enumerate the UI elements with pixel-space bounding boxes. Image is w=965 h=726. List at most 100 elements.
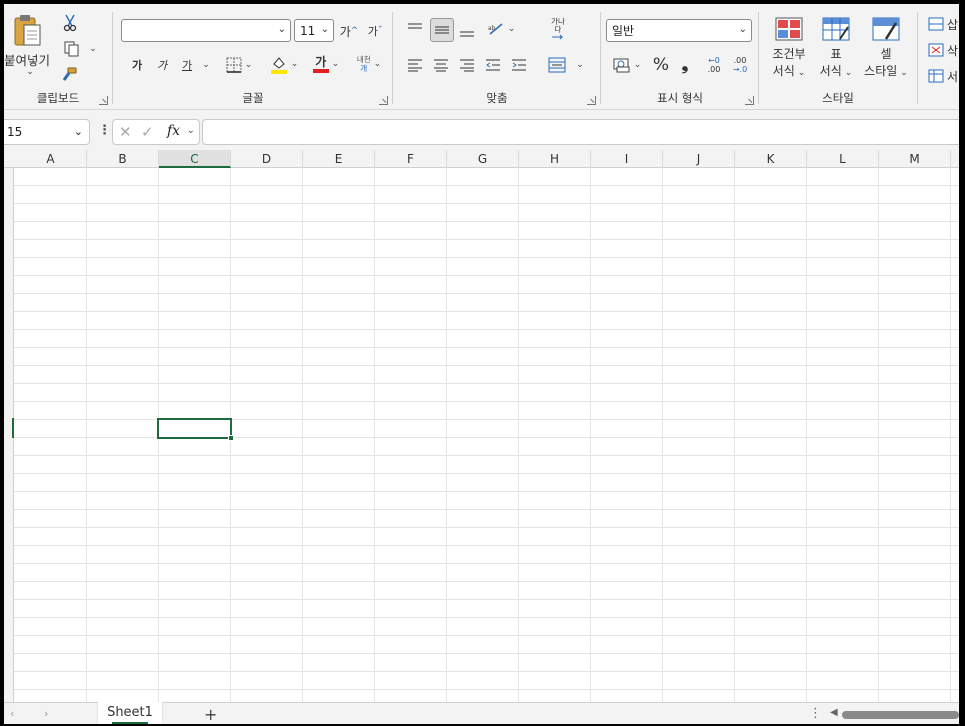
bold-button[interactable]: 가 [128, 54, 146, 76]
align-right-icon[interactable] [456, 54, 478, 76]
border-button[interactable]: ⌄ [222, 54, 256, 76]
decrease-decimal-button[interactable]: .00 →.0 [728, 54, 752, 76]
cell-styles-icon [872, 17, 900, 41]
grid-row-line [14, 671, 959, 672]
grid-row-line [14, 365, 959, 366]
increase-decimal-button[interactable]: ←0.00 [702, 54, 726, 76]
column-header-g[interactable]: G [447, 150, 519, 168]
decrease-indent-icon[interactable] [482, 54, 504, 76]
scroll-right-icon[interactable]: › [44, 707, 48, 720]
column-header-k[interactable]: K [735, 150, 807, 168]
fill-handle[interactable] [228, 435, 234, 441]
column-header-a[interactable]: A [15, 150, 87, 168]
font-color-label: 가 [315, 55, 327, 69]
column-header-f[interactable]: F [375, 150, 447, 168]
wrap-text-button[interactable]: 가나다 [544, 16, 572, 42]
phonetic-button[interactable]: 내천 개 ⌄ [350, 52, 388, 76]
paste-icon[interactable] [12, 12, 42, 48]
insert-cells-button[interactable]: 삽 [928, 14, 959, 34]
format-cells-button[interactable]: 서 [928, 66, 959, 86]
format-painter-icon[interactable] [58, 64, 80, 86]
accounting-format-icon[interactable]: ⌄ [608, 54, 646, 76]
selected-cell[interactable] [157, 418, 232, 439]
fill-color-button[interactable]: ⌄ [266, 52, 302, 76]
font-color-button[interactable]: 가 ⌄ [308, 52, 344, 76]
grid-row-line [14, 527, 959, 528]
align-middle-icon[interactable] [430, 18, 454, 42]
conditional-format-icon [775, 17, 803, 41]
conditional-format-label: 조건부 [772, 47, 806, 61]
grid-row-line [14, 599, 959, 600]
column-header-i[interactable]: I [591, 150, 663, 168]
cancel-icon[interactable]: ✕ [119, 123, 132, 141]
conditional-format-button[interactable]: 조건부 서식 ⌄ [766, 12, 812, 84]
excel-window: 붙여넣기 ⌄ ⌄ 클립보드 ⌄ 11 ⌄ 가 ^ 가 ˇ 가 가 가 ⌄ ⌄ ⌄… [4, 4, 959, 724]
column-header-b[interactable]: B [87, 150, 159, 168]
underline-button[interactable]: 가 [178, 54, 196, 76]
merge-center-button[interactable]: ⌄ [544, 54, 588, 76]
table-format-label-2: 서식 [819, 64, 842, 78]
clipboard-group: 붙여넣기 ⌄ ⌄ 클립보드 [4, 4, 112, 110]
alignment-launcher-icon[interactable] [587, 96, 596, 105]
sheet-tab-sheet1[interactable]: Sheet1 [98, 702, 162, 724]
chevron-down-icon: ⌄ [738, 24, 747, 35]
column-header-d[interactable]: D [231, 150, 303, 168]
number-format-select[interactable]: 일반 ⌄ [606, 19, 752, 42]
increase-decimal-label: .00 [707, 65, 721, 74]
cut-icon[interactable] [60, 12, 80, 34]
grid-row-line [14, 203, 959, 204]
column-header-m[interactable]: M [879, 150, 951, 168]
comma-button[interactable]: ❟ [676, 54, 694, 76]
font-family-select[interactable]: ⌄ [121, 19, 291, 42]
cell-styles-button[interactable]: 셀 스타일 ⌄ [858, 12, 914, 84]
number-launcher-icon[interactable] [745, 96, 754, 105]
insert-function-button[interactable]: fx [167, 123, 180, 139]
number-format-value: 일반 [612, 24, 635, 38]
font-size-select[interactable]: 11 ⌄ [294, 19, 334, 42]
name-box-value: 15 [7, 125, 23, 139]
delete-cells-button[interactable]: 삭 [928, 40, 959, 60]
formula-input[interactable] [202, 119, 959, 145]
column-header-e[interactable]: E [303, 150, 375, 168]
italic-button[interactable]: 가 [153, 54, 171, 76]
align-left-icon[interactable] [404, 54, 426, 76]
copy-icon[interactable]: ⌄ [58, 38, 102, 60]
name-box[interactable]: 15 ⌄ [4, 119, 90, 145]
clipboard-launcher-icon[interactable] [99, 96, 108, 105]
separator [600, 12, 601, 104]
column-header-c[interactable]: C [159, 150, 231, 168]
cells-group: 삽 삭 서 [920, 4, 959, 110]
grid-column-line [86, 168, 87, 702]
underline-dropdown-icon[interactable]: ⌄ [200, 54, 212, 76]
font-size-value: 11 [300, 23, 316, 38]
paste-dropdown-icon[interactable]: ⌄ [24, 66, 36, 78]
grid-row-line [14, 509, 959, 510]
format-cells-icon [928, 69, 944, 83]
enter-icon[interactable]: ✓ [141, 123, 154, 141]
font-group-label: 글꼴 [242, 91, 264, 105]
more-options-icon[interactable]: ⋮ [98, 123, 111, 138]
column-header-j[interactable]: J [663, 150, 735, 168]
add-sheet-button[interactable]: + [204, 705, 217, 724]
formula-buttons: ✕ ✓ fx ⌄ [112, 119, 200, 145]
horizontal-scrollbar[interactable] [842, 711, 959, 719]
grid-row-line [14, 689, 959, 690]
align-bottom-icon[interactable] [456, 20, 478, 42]
column-header-l[interactable]: L [807, 150, 879, 168]
clipboard-group-label: 클립보드 [36, 91, 80, 105]
column-header-h[interactable]: H [519, 150, 591, 168]
align-top-icon[interactable] [404, 18, 426, 40]
format-as-table-button[interactable]: 표 서식 ⌄ [816, 12, 856, 84]
scroll-left-icon[interactable]: ‹ [10, 707, 14, 720]
percent-button[interactable]: % [650, 54, 672, 76]
orientation-icon[interactable]: ab ⌄ [484, 18, 518, 40]
worksheet-grid[interactable]: ABCDEFGHIJKLM [4, 150, 959, 702]
decrease-decimal-label: .0 [739, 65, 748, 74]
more-options-icon[interactable]: ⋮ [809, 706, 822, 721]
decrease-font-button[interactable]: 가ˇ [364, 20, 386, 42]
increase-indent-icon[interactable] [508, 54, 530, 76]
scroll-left-icon[interactable]: ◀ [830, 707, 838, 718]
font-launcher-icon[interactable] [379, 96, 388, 105]
increase-font-button[interactable]: 가 ^ [338, 20, 360, 42]
align-center-icon[interactable] [430, 54, 452, 76]
